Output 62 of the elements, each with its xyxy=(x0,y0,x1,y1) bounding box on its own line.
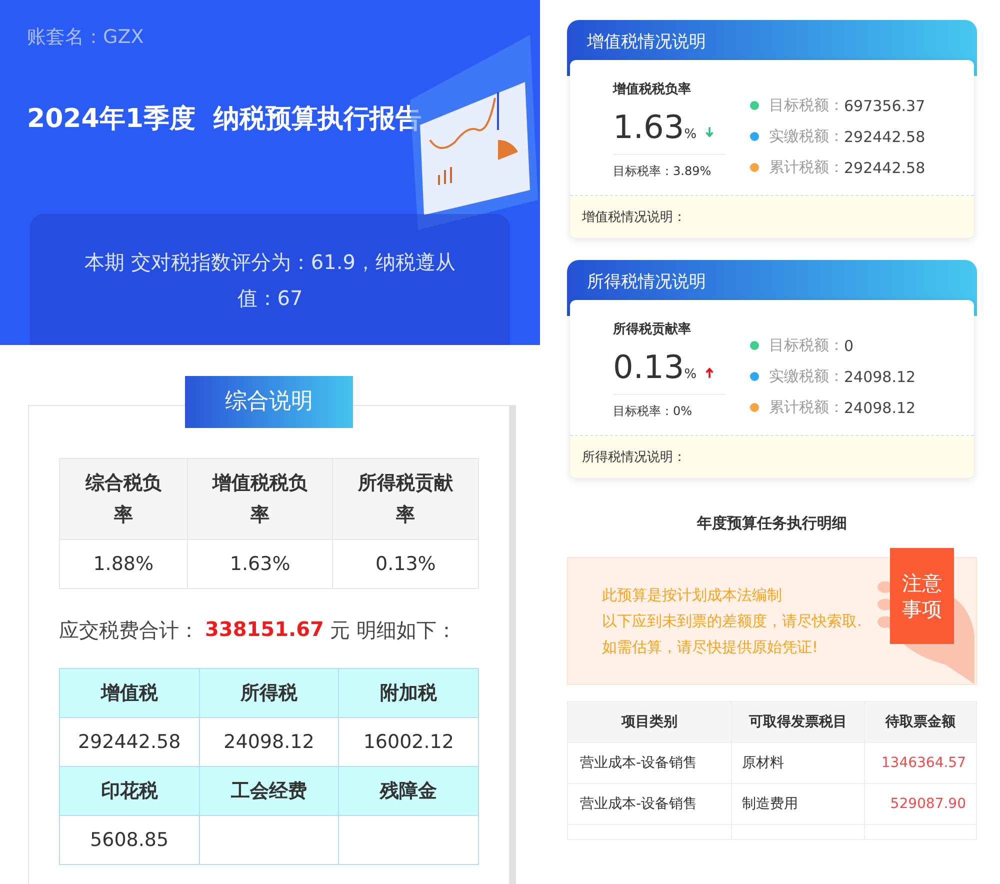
metric-label: 所得税贡献率 xyxy=(613,320,692,338)
table-header-cell: 增值税 xyxy=(60,668,200,718)
table-cell: 营业成本-设备销售 xyxy=(568,784,732,824)
metric-unit: % xyxy=(684,127,697,142)
table-cell: 制造费用 xyxy=(732,784,864,824)
metric-label: 增值税税负率 xyxy=(613,80,692,98)
legend-label: 目标税额： xyxy=(769,336,844,355)
table-cell: 1.63% xyxy=(187,540,333,588)
legend-value: 24098.12 xyxy=(844,368,916,386)
badge-text: 事项 xyxy=(902,596,942,622)
metric-unit: % xyxy=(684,367,697,382)
target-rate: 目标税率：0% xyxy=(613,403,694,420)
table-cell: 529087.90 xyxy=(864,784,976,824)
table-header-cell: 待取票金额 xyxy=(864,702,976,742)
legend-label: 累计税额： xyxy=(769,158,844,177)
total-suffix: 元 明细如下： xyxy=(330,617,456,644)
table-header-cell: 残障金 xyxy=(338,766,478,816)
metric-value: 0.13 xyxy=(613,348,684,386)
target-rate: 目标税率：3.89% xyxy=(613,163,712,180)
table-cell: 1.88% xyxy=(60,540,188,588)
notice-text: 此预算是按计划成本法编制 xyxy=(602,585,783,606)
table-cell: 营业成本-设备销售 xyxy=(568,742,732,784)
total-label: 应交税费合计： xyxy=(59,617,199,644)
note-label: 增值税情况说明： xyxy=(582,210,686,225)
legend-label: 实缴税额： xyxy=(769,367,844,386)
table-header-cell: 可取得发票税目 xyxy=(732,702,864,742)
report-title: 2024年1季度 纳税预算执行报告 xyxy=(27,103,422,136)
card-title: 增值税情况说明 xyxy=(587,32,706,52)
score-text: 本期 交对税指数评分为：61.9，纳税遵从值：67 xyxy=(84,249,456,312)
table-header-cell: 项目类别 xyxy=(568,702,732,742)
legend-value: 292442.58 xyxy=(844,158,926,176)
table-header-cell: 工会经费 xyxy=(199,766,339,816)
legend-label: 实缴税额： xyxy=(769,127,844,146)
summary-title: 综合说明 xyxy=(185,376,353,428)
table-cell: 0.13% xyxy=(332,540,478,588)
badge-text: 注意 xyxy=(902,570,942,596)
legend-value: 697356.37 xyxy=(844,96,926,114)
legend-value: 292442.58 xyxy=(844,128,926,146)
pie-slice xyxy=(498,140,518,160)
notice-text: 以下应到未到票的差额度，请尽快索取. xyxy=(602,611,862,632)
legend-label: 累计税额： xyxy=(769,398,844,417)
notice-text: 如需估算，请尽快提供原始凭证! xyxy=(602,637,820,658)
table-header-cell: 增值税税负率 xyxy=(187,458,333,540)
card-title: 所得税情况说明 xyxy=(587,272,706,292)
note-label: 所得税情况说明： xyxy=(582,450,686,465)
section-title: 年度预算任务执行明细 xyxy=(696,514,848,533)
legend-value: 24098.12 xyxy=(844,398,916,416)
table-header-cell: 所得税贡献率 xyxy=(332,458,478,540)
table-header-cell: 印花税 xyxy=(60,766,200,816)
account-name: 账套名：GZX xyxy=(27,25,144,50)
marker-line xyxy=(497,92,499,130)
legend-label: 目标税额： xyxy=(769,96,844,115)
table-cell: 1346364.57 xyxy=(864,742,976,784)
metric-value: 1.63 xyxy=(613,108,684,146)
legend-value: 0 xyxy=(844,336,854,354)
table-cell: 原材料 xyxy=(732,742,864,784)
table-header-cell: 所得税 xyxy=(199,668,339,718)
total-amount: 338151.67 xyxy=(205,617,324,643)
table-cell: 5608.85 xyxy=(60,816,200,864)
chart-line xyxy=(429,98,496,149)
table-header-cell: 附加税 xyxy=(338,668,478,718)
table-header-cell: 综合税负率 xyxy=(60,458,188,540)
